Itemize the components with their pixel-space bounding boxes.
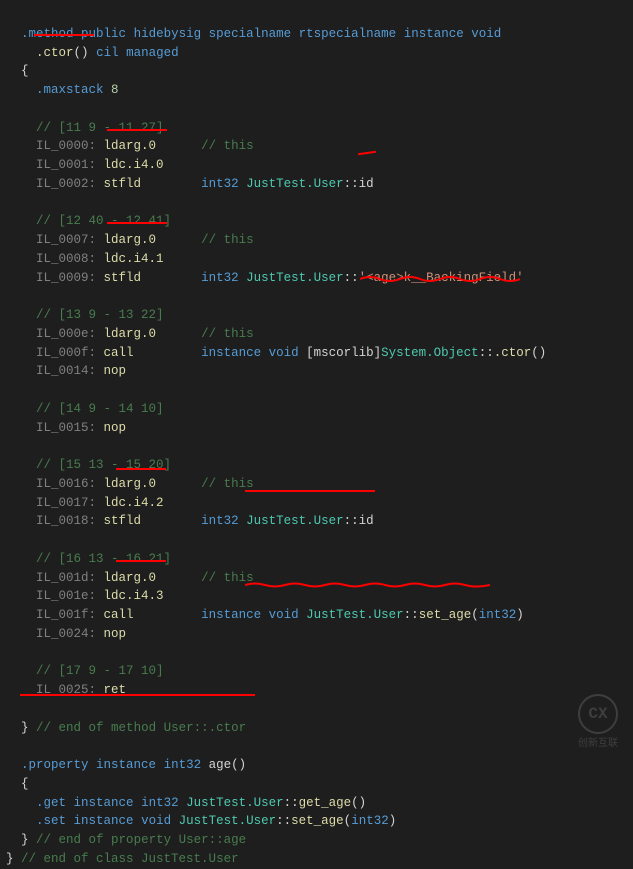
line: .method public hidebysig specialname rts… bbox=[6, 27, 546, 866]
watermark-text: 创新互联 bbox=[578, 737, 618, 752]
watermark: CX 创新互联 bbox=[578, 694, 618, 752]
watermark-logo-icon: CX bbox=[578, 694, 618, 734]
code-block: .method public hidebysig specialname rts… bbox=[6, 6, 627, 869]
